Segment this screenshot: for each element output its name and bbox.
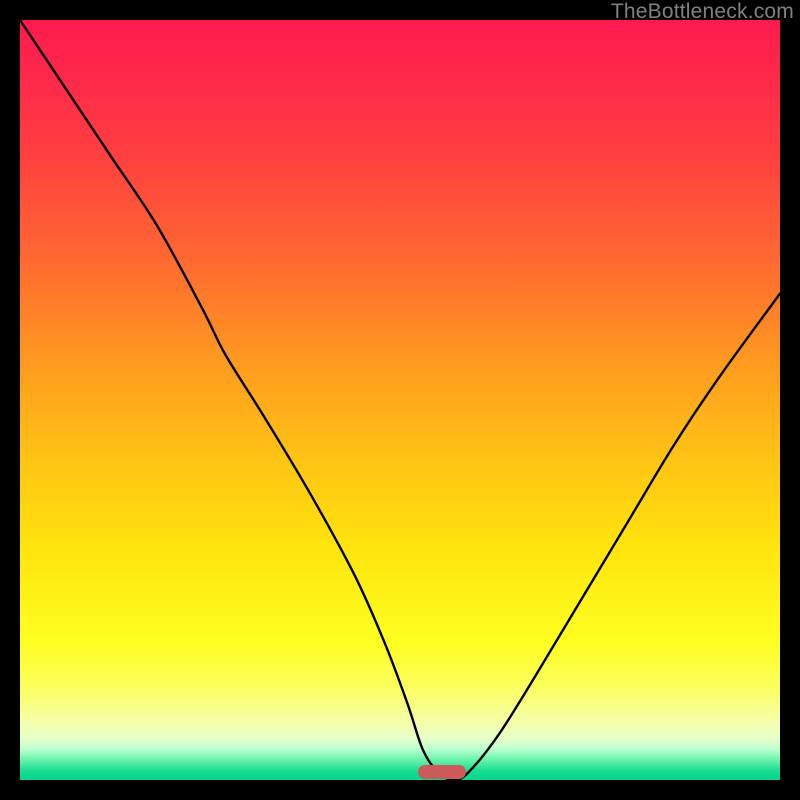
bottleneck-curve [20, 20, 780, 780]
optimal-marker [418, 765, 466, 779]
curve-svg [20, 20, 780, 780]
watermark-text: TheBottleneck.com [611, 0, 794, 24]
chart-frame: TheBottleneck.com [0, 0, 800, 800]
plot-area [20, 20, 780, 780]
